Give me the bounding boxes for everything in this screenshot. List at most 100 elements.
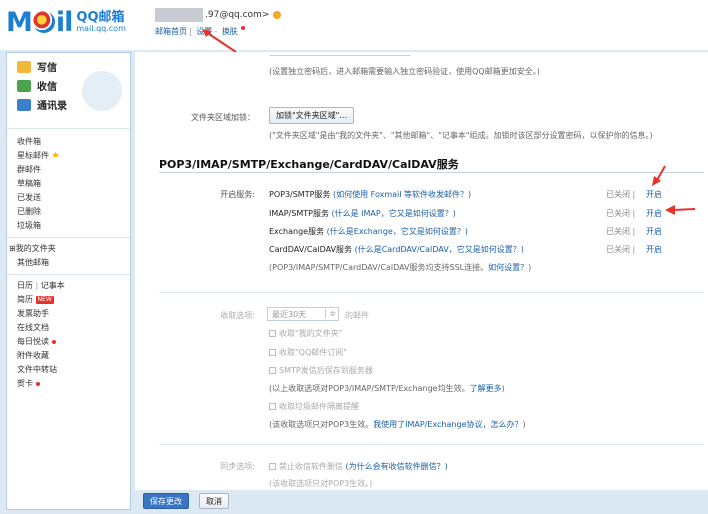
divider xyxy=(159,444,704,445)
decorative-cloud-icon xyxy=(82,71,122,111)
ssl-note: (POP3/IMAP/SMTP/CardDAV/CalDAV服务均支持SSL连接… xyxy=(269,263,532,272)
top-input-edge xyxy=(270,52,410,56)
folder-starred[interactable]: 星标邮件 ★ xyxy=(17,149,130,163)
other-mailboxes[interactable]: 其他邮箱 xyxy=(17,256,130,270)
red-dot-icon xyxy=(36,381,40,386)
imap-status: 已关闭 | xyxy=(606,209,636,218)
spam-note: (该收取选项只对POP3生效。我使用了IMAP/Exchange协议，怎么办？) xyxy=(269,420,526,429)
settings-panel: (设置独立密码后，进入邮箱需要输入独立密码验证，使用QQ邮箱更加安全。) 文件夹… xyxy=(135,52,708,490)
warning-icon[interactable] xyxy=(273,11,282,19)
ssl-help-link[interactable]: 如何设置？ xyxy=(488,263,528,272)
checkbox[interactable] xyxy=(269,463,276,470)
sidebar: 写信 收信 通讯录 收件箱 星标邮件 ★ 群邮件 草稿箱 已发送 已删除 垃圾箱… xyxy=(6,52,131,510)
sync-options-label: 同步选项: xyxy=(220,462,255,471)
contacts-icon xyxy=(17,98,31,111)
folder-spam[interactable]: 垃圾箱 xyxy=(17,219,130,233)
daily-reading-link[interactable]: 每日悦读 xyxy=(17,335,130,349)
service-imap: IMAP/SMTP服务 (什么是 IMAP，它又是如何设置？) xyxy=(269,209,456,218)
enable-service-label: 开启服务: xyxy=(220,190,255,199)
home-link[interactable]: 邮箱首页 xyxy=(155,27,187,36)
cancel-button[interactable]: 取消 xyxy=(199,493,229,509)
option-smtp-save[interactable]: SMTP发信后保存到服务器 xyxy=(269,365,373,376)
divider xyxy=(159,292,704,293)
bottom-bar: 保存更改 取消 xyxy=(135,490,708,514)
select-arrow-icon: ≑ xyxy=(325,309,336,318)
imap-help-link[interactable]: (什么是 IMAP，它又是如何设置？) xyxy=(332,209,456,218)
arrow-to-imap-icon xyxy=(665,205,696,215)
option-qq-subscribe[interactable]: 收取"QQ邮件订阅" xyxy=(269,347,347,358)
folder-lock-label: 文件夹区域加锁： xyxy=(191,113,255,122)
logo-letters-il: il xyxy=(55,6,73,38)
folder-group[interactable]: 群邮件 xyxy=(17,163,130,177)
password-hint: (设置独立密码后，进入邮箱需要输入独立密码验证，使用QQ邮箱更加安全。) xyxy=(269,67,540,76)
invoice-link[interactable]: 发票助手 xyxy=(17,307,130,321)
pen-icon xyxy=(17,60,31,73)
docs-link[interactable]: 在线文档 xyxy=(17,321,130,335)
header: M il QQ邮箱 mail.qq.com .97@qq.com> 邮箱首页 | … xyxy=(0,0,708,53)
option-no-delete[interactable]: 禁止收信软件删信 (为什么会有收信软件删信？) xyxy=(269,461,448,472)
calendar-notes-row: 日历 | 记事本 xyxy=(17,281,65,290)
folder-sent[interactable]: 已发送 xyxy=(17,191,130,205)
skin-red-dot-icon xyxy=(240,26,245,30)
exchange-help-link[interactable]: (什么是Exchange，它又是如何设置？) xyxy=(327,227,468,236)
arrow-to-pop3-icon xyxy=(652,165,666,186)
imap-enable-button[interactable]: 开启 xyxy=(646,208,662,219)
attachments-link[interactable]: 附件收藏 xyxy=(17,349,130,363)
exchange-enable-button[interactable]: 开启 xyxy=(646,226,662,237)
folder-inbox[interactable]: 收件箱 xyxy=(17,135,130,149)
checkbox[interactable] xyxy=(269,367,276,374)
pop3-status: 已关闭 | xyxy=(606,190,636,199)
logo-letter-m: M xyxy=(6,6,33,38)
my-folders[interactable]: ⊞我的文件夹 xyxy=(9,242,130,256)
pop3-help-link[interactable]: (如何使用 Foxmail 等软件收发邮件？) xyxy=(333,190,471,199)
inbox-icon xyxy=(17,79,31,92)
why-delete-link[interactable]: (为什么会有收信软件删信？) xyxy=(346,462,448,471)
option-my-folders[interactable]: 收取"我的文件夹" xyxy=(269,328,342,339)
folder-deleted[interactable]: 已删除 xyxy=(17,205,130,219)
notes-link[interactable]: 记事本 xyxy=(41,281,65,290)
receive-suffix: 的邮件 xyxy=(345,311,369,320)
logo-title: QQ邮箱 xyxy=(76,10,125,25)
file-transfer-link[interactable]: 文件中转站 xyxy=(17,363,130,377)
carddav-status: 已关闭 | xyxy=(606,245,636,254)
section-divider xyxy=(159,172,704,173)
divider xyxy=(7,274,130,275)
receive-range-select[interactable]: 最近30天 ≑ xyxy=(267,307,339,321)
new-badge: NEW xyxy=(35,295,54,304)
receive-note: (以上收取选项对POP3/IMAP/SMTP/Exchange均生效。了解更多) xyxy=(269,384,505,393)
checkbox[interactable] xyxy=(269,403,276,410)
pop3-enable-button[interactable]: 开启 xyxy=(646,189,662,200)
carddav-enable-button[interactable]: 开启 xyxy=(646,244,662,255)
receive-options-label: 收取选项: xyxy=(220,311,255,320)
service-pop3: POP3/SMTP服务 (如何使用 Foxmail 等软件收发邮件？) xyxy=(269,190,472,199)
star-icon: ★ xyxy=(51,151,60,161)
service-exchange: Exchange服务 (什么是Exchange，它又是如何设置？) xyxy=(269,227,468,236)
imap-exchange-help-link[interactable]: 我使用了IMAP/Exchange协议，怎么办？ xyxy=(373,420,522,429)
logo-domain: mail.qq.com xyxy=(76,24,126,33)
cards-link[interactable]: 贺卡 xyxy=(17,377,130,391)
quick-actions: 写信 收信 通讯录 xyxy=(7,53,130,129)
save-button[interactable]: 保存更改 xyxy=(143,493,189,509)
arrow-to-settings-icon xyxy=(202,29,237,53)
user-email[interactable]: .97@qq.com> xyxy=(205,10,269,20)
option-spam-alert[interactable]: 收取垃圾邮件隔离提醒 xyxy=(269,401,359,412)
logo-o-icon xyxy=(32,11,55,33)
exchange-status: 已关闭 | xyxy=(606,227,636,236)
calendar-link[interactable]: 日历 xyxy=(17,281,33,290)
qq-mail-logo[interactable]: M il QQ邮箱 mail.qq.com xyxy=(6,6,126,38)
checkbox[interactable] xyxy=(269,330,276,337)
checkbox[interactable] xyxy=(269,349,276,356)
service-carddav: CardDAV/CalDAV服务 (什么是CardDAV/CalDAV，它又是如… xyxy=(269,245,524,254)
carddav-help-link[interactable]: (什么是CardDAV/CalDAV，它又是如何设置？) xyxy=(355,245,524,254)
lock-folder-area-button[interactable]: 加锁"文件夹区域"... xyxy=(269,107,354,124)
red-dot-icon xyxy=(52,339,56,344)
divider xyxy=(7,237,130,238)
folder-drafts[interactable]: 草稿箱 xyxy=(17,177,130,191)
section-title: POP3/IMAP/SMTP/Exchange/CardDAV/CalDAV服务 xyxy=(159,158,459,171)
learn-more-link[interactable]: 了解更多 xyxy=(470,384,502,393)
folder-lock-hint: ("文件夹区域"是由"我的文件夹"、"其他邮箱"、"记事本"组成。加锁时该区部分… xyxy=(269,131,653,140)
sync-note: (该收取选项只对POP3生效。) xyxy=(269,479,373,488)
folder-list: 收件箱 星标邮件 ★ 群邮件 草稿箱 已发送 已删除 垃圾箱 ⊞我的文件夹 其他… xyxy=(7,129,130,391)
resume-link[interactable]: 简历 NEW xyxy=(17,293,130,307)
blurred-username xyxy=(155,8,203,22)
